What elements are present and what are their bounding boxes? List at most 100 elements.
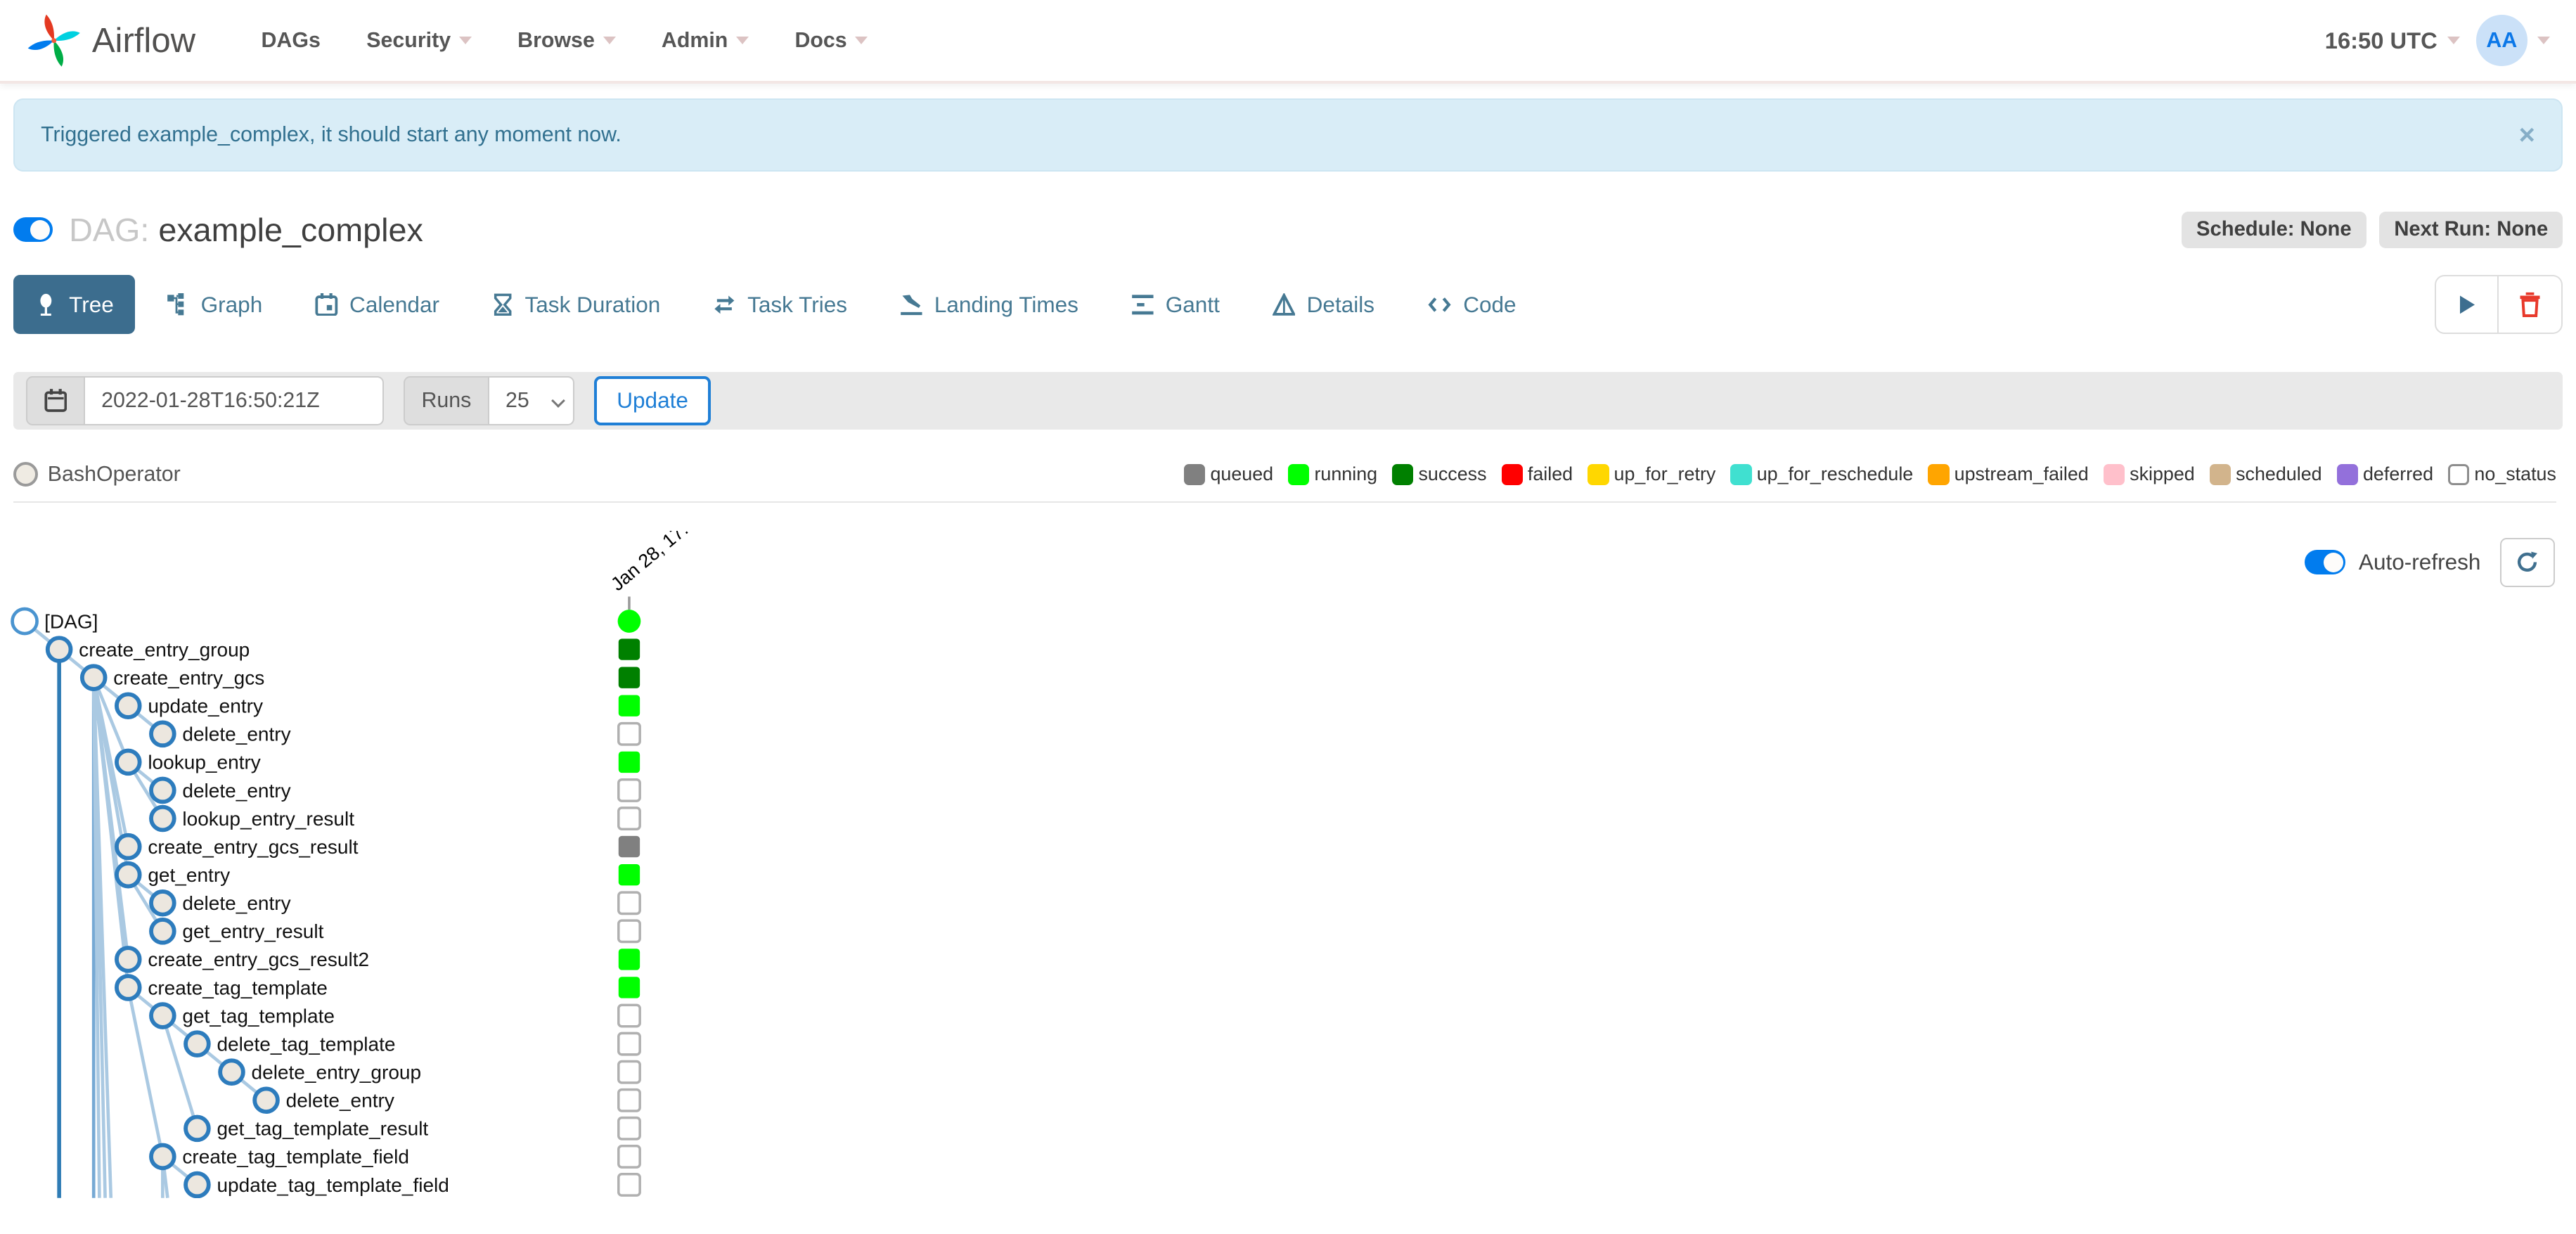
node-circle[interactable] [149, 1143, 176, 1171]
trigger-dag-button[interactable] [2435, 275, 2499, 335]
node-label[interactable]: create_entry_group [79, 639, 250, 661]
tree-node-update_tag_template_field[interactable]: update_tag_template_field [183, 1171, 449, 1198]
tree-node-lookup_entry_result[interactable]: lookup_entry_result [149, 804, 354, 833]
node-circle[interactable] [115, 974, 142, 1001]
node-label[interactable]: create_tag_template_field [182, 1146, 409, 1168]
node-label[interactable]: lookup_entry_result [182, 808, 354, 830]
delete-dag-button[interactable] [2499, 275, 2563, 335]
dag-run-status-running[interactable] [617, 610, 641, 634]
tree-node-update_entry[interactable]: update_entry [115, 692, 263, 720]
task-status-no_status[interactable] [617, 1003, 641, 1028]
node-label[interactable]: create_entry_gcs_result2 [148, 949, 369, 970]
node-circle[interactable] [149, 889, 176, 917]
nav-item-admin[interactable]: Admin [642, 15, 768, 65]
node-circle[interactable] [218, 1058, 245, 1086]
nav-item-security[interactable]: Security [347, 15, 491, 65]
tree-node-lookup_entry[interactable]: lookup_entry [115, 748, 261, 776]
tree-node-delete_entry_group[interactable]: delete_entry_group [218, 1058, 422, 1086]
node-label[interactable]: get_entry_result [182, 920, 323, 942]
update-button[interactable]: Update [594, 375, 711, 425]
node-circle[interactable] [79, 664, 108, 692]
task-status-no_status[interactable] [617, 1060, 641, 1084]
task-status-no_status[interactable] [617, 1088, 641, 1112]
node-label[interactable]: get_tag_template [182, 1005, 335, 1027]
node-label[interactable]: update_entry [148, 695, 263, 717]
task-status-running[interactable] [618, 977, 640, 998]
node-label[interactable]: delete_tag_template [217, 1034, 395, 1055]
node-label[interactable]: update_tag_template_field [217, 1174, 449, 1196]
tree-node-delete_entry[interactable]: delete_entry [252, 1086, 394, 1114]
user-menu[interactable]: AA [2476, 15, 2550, 66]
node-label[interactable]: delete_entry [182, 892, 290, 914]
node-circle[interactable] [115, 946, 142, 973]
nav-item-dags[interactable]: DAGs [241, 15, 340, 65]
tree-node-get_entry[interactable]: get_entry [115, 861, 230, 889]
node-circle[interactable] [11, 607, 39, 636]
tree-node-create_entry_gcs[interactable]: create_entry_gcs [79, 664, 264, 692]
tree-node-delete_entry[interactable]: delete_entry [149, 889, 291, 917]
run-column-header[interactable]: Jan 28, 17:50 [607, 531, 708, 595]
task-status-running[interactable] [618, 695, 640, 717]
node-label[interactable]: create_tag_template [148, 977, 328, 998]
tree-node-create_entry_gcs_result2[interactable]: create_entry_gcs_result2 [115, 946, 369, 973]
node-circle[interactable] [183, 1171, 211, 1198]
node-circle[interactable] [252, 1086, 280, 1114]
task-status-running[interactable] [618, 864, 640, 886]
task-status-running[interactable] [618, 751, 640, 773]
airflow-brand[interactable]: Airflow [26, 13, 195, 68]
node-circle[interactable] [149, 776, 176, 804]
node-label[interactable]: create_entry_gcs [113, 667, 264, 689]
num-runs-select[interactable]: 25 [489, 375, 575, 425]
tree-node-get_tag_template_result[interactable]: get_tag_template_result [183, 1114, 428, 1143]
task-status-running[interactable] [618, 949, 640, 970]
task-status-no_status[interactable] [617, 1031, 641, 1056]
tab-code[interactable]: Code [1405, 275, 1538, 334]
timezone-selector[interactable]: 16:50 UTC [2325, 27, 2460, 54]
tree-node-[DAG][interactable]: [DAG] [11, 607, 98, 636]
tab-details[interactable]: Details [1251, 275, 1396, 334]
tree-node-get_entry_result[interactable]: get_entry_result [149, 918, 324, 945]
node-circle[interactable] [149, 1002, 176, 1029]
node-label[interactable]: delete_entry [182, 780, 290, 802]
task-status-no_status[interactable] [617, 1117, 641, 1140]
tab-calendar[interactable]: Calendar [294, 275, 461, 334]
task-status-queued[interactable] [618, 836, 640, 858]
tree-node-create_tag_template[interactable]: create_tag_template [115, 974, 328, 1001]
node-label[interactable]: lookup_entry [148, 752, 261, 773]
node-circle[interactable] [149, 804, 176, 833]
node-label[interactable]: delete_entry [182, 724, 290, 745]
tree-node-create_tag_template_field[interactable]: create_tag_template_field [149, 1143, 409, 1171]
tree-node-create_entry_gcs_result[interactable]: create_entry_gcs_result [115, 833, 359, 861]
base-date-input[interactable] [84, 375, 385, 425]
node-label[interactable]: get_tag_template_result [217, 1118, 428, 1140]
task-status-no_status[interactable] [617, 919, 641, 944]
node-circle[interactable] [115, 692, 142, 720]
task-status-no_status[interactable] [617, 778, 641, 803]
task-status-no_status[interactable] [617, 806, 641, 831]
nav-item-docs[interactable]: Docs [775, 15, 887, 65]
tree-node-get_tag_template[interactable]: get_tag_template [149, 1002, 335, 1029]
node-label[interactable]: create_entry_gcs_result [148, 836, 358, 858]
close-icon[interactable]: × [2519, 120, 2535, 151]
calendar-icon[interactable] [26, 375, 85, 425]
task-status-success[interactable] [618, 667, 640, 689]
task-status-no_status[interactable] [617, 722, 641, 746]
tab-task-tries[interactable]: Task Tries [692, 275, 869, 334]
tree-node-create_entry_group[interactable]: create_entry_group [45, 636, 250, 664]
node-label[interactable]: delete_entry [286, 1090, 394, 1112]
node-label[interactable]: delete_entry_group [252, 1062, 422, 1084]
node-label[interactable]: get_entry [148, 864, 230, 886]
node-label[interactable]: [DAG] [44, 610, 98, 632]
tree-node-delete_tag_template[interactable]: delete_tag_template [183, 1030, 396, 1058]
node-circle[interactable] [149, 918, 176, 945]
nav-item-browse[interactable]: Browse [498, 15, 635, 65]
node-circle[interactable] [115, 833, 142, 861]
node-circle[interactable] [115, 748, 142, 776]
auto-refresh-toggle[interactable] [2304, 550, 2346, 575]
dag-pause-toggle[interactable] [13, 217, 53, 243]
task-status-success[interactable] [618, 638, 640, 660]
tab-gantt[interactable]: Gantt [1109, 275, 1241, 334]
node-circle[interactable] [183, 1030, 211, 1058]
task-status-no_status[interactable] [617, 1145, 641, 1169]
task-status-no_status[interactable] [617, 1173, 641, 1197]
